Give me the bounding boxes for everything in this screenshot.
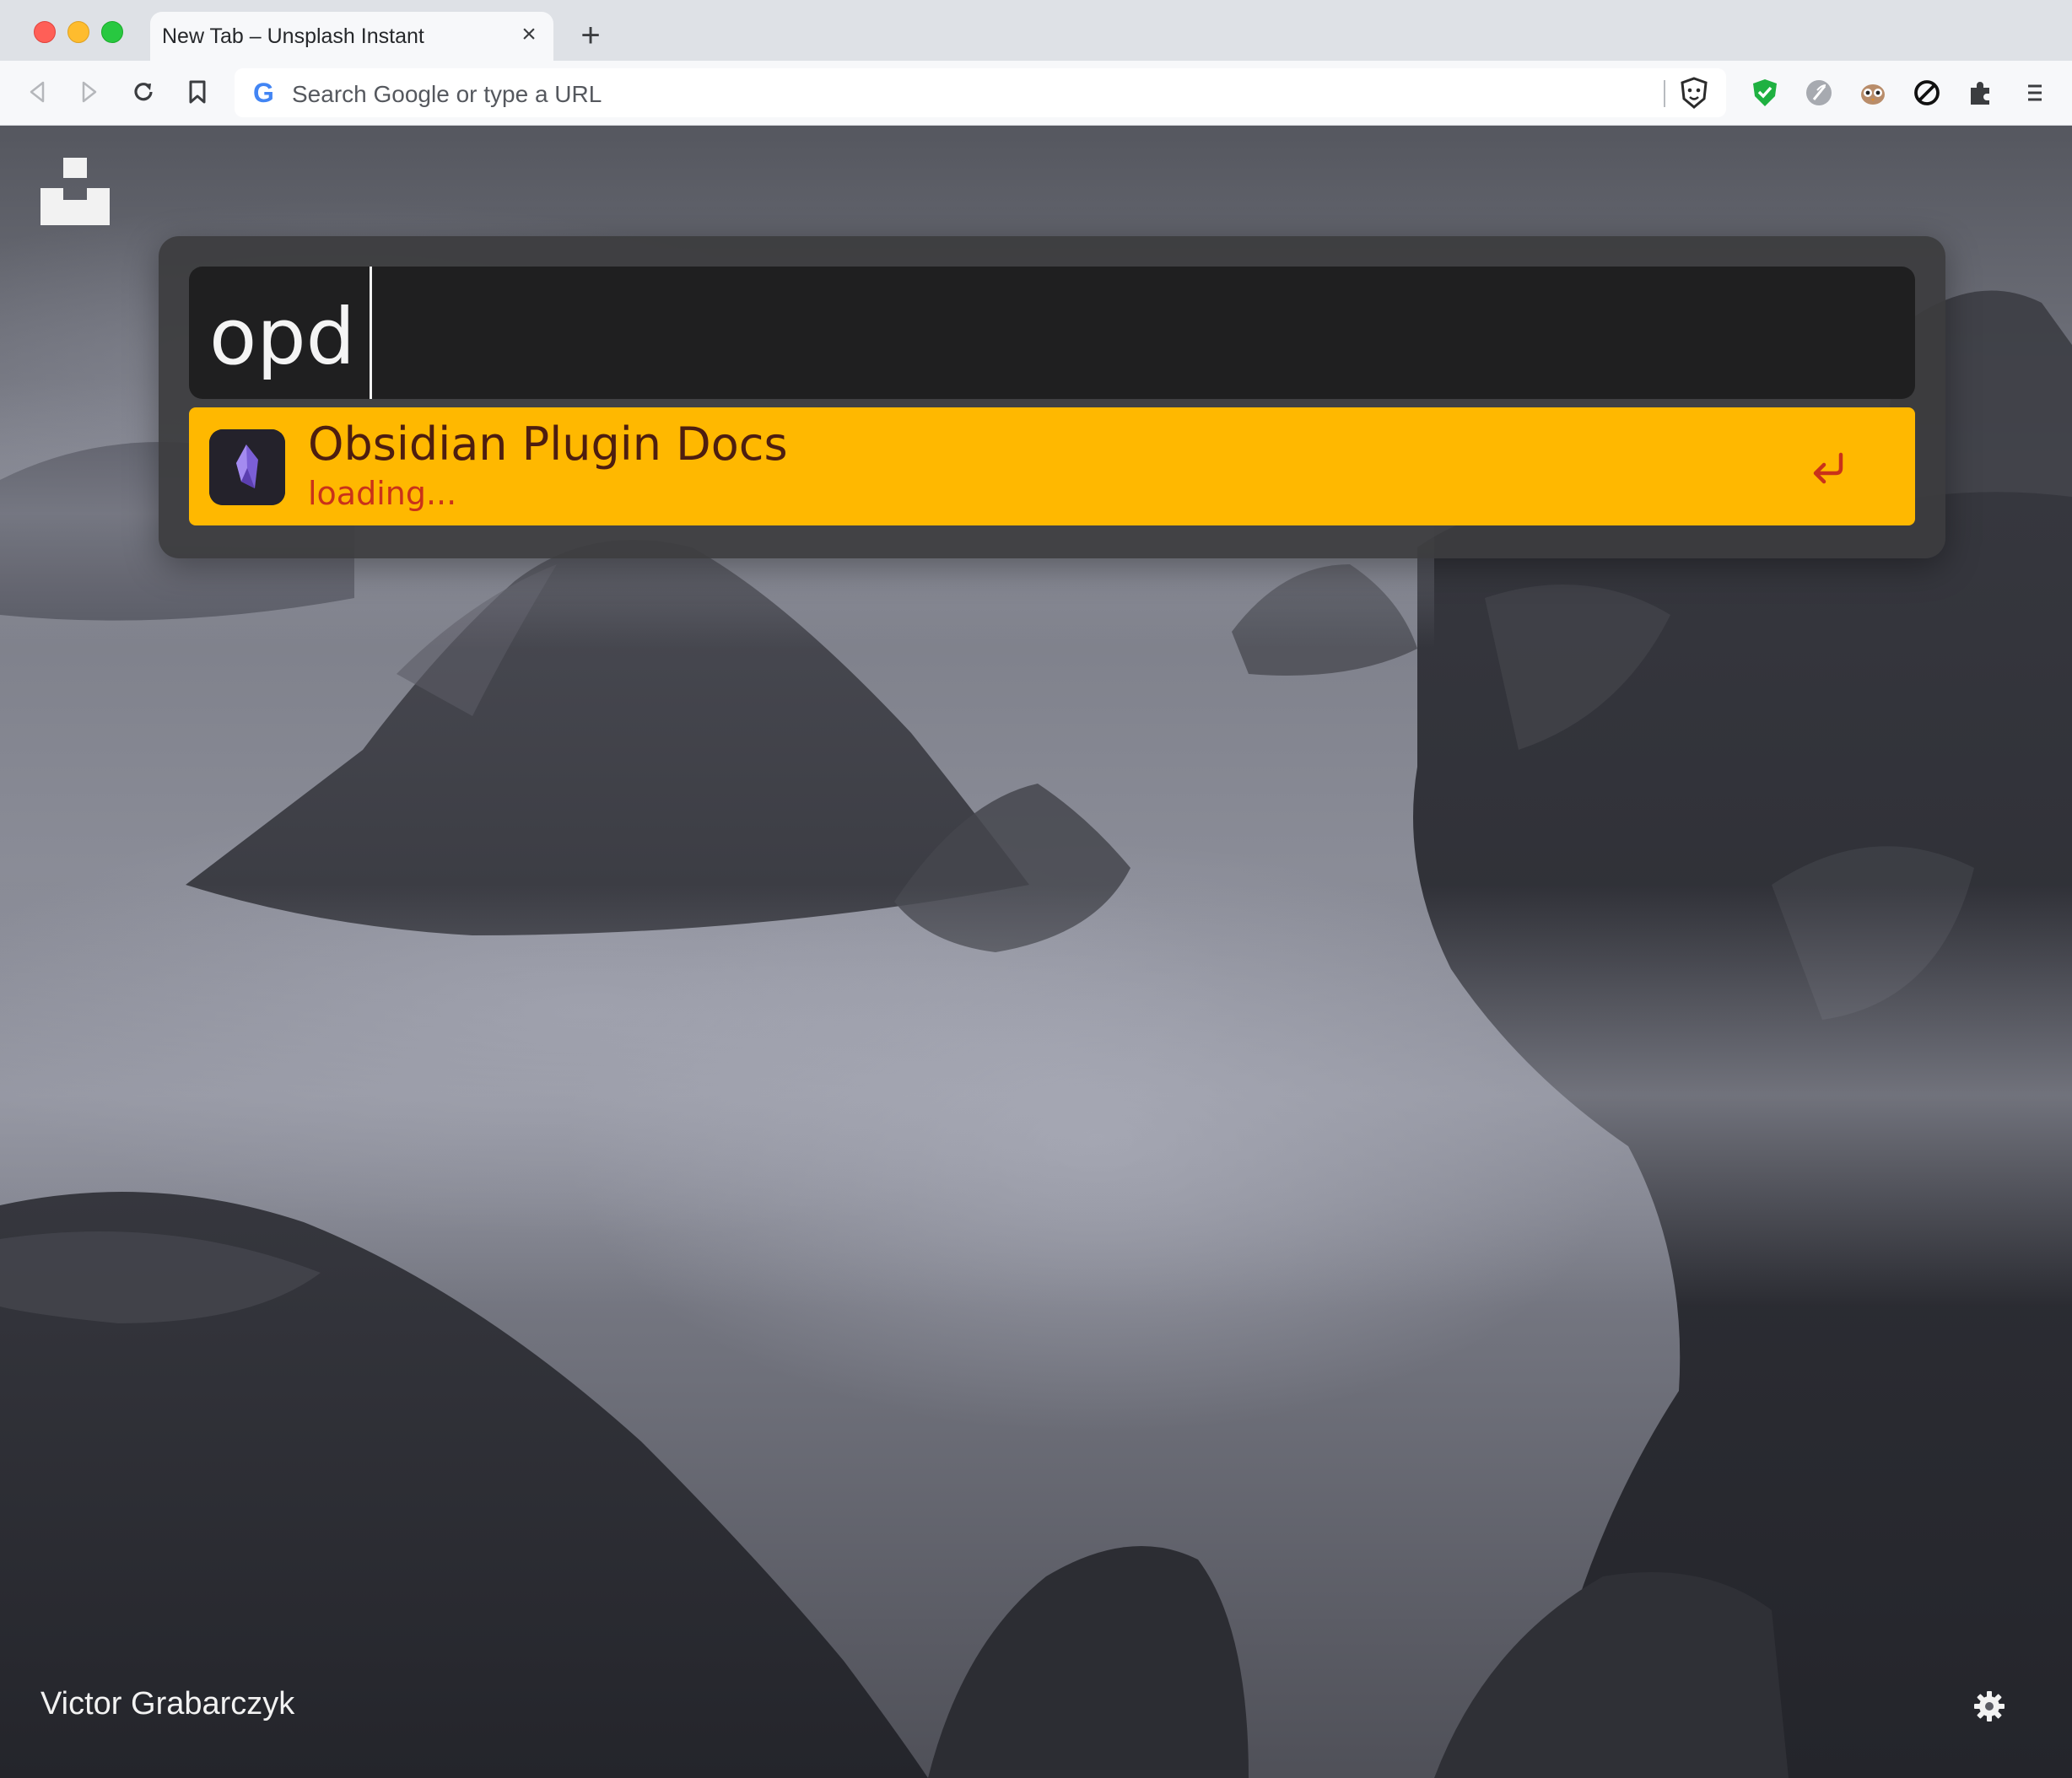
browser-toolbar: G Search Google or type a URL	[0, 61, 2072, 126]
bookmark-icon[interactable]	[181, 75, 214, 109]
gear-icon[interactable]	[1972, 1689, 2006, 1723]
tab-new-tab[interactable]: New Tab – Unsplash Instant ×	[150, 12, 553, 61]
minimize-window-button[interactable]	[67, 21, 89, 43]
command-palette: opd Obsidian Plugin Docs loading...	[159, 236, 1945, 558]
close-tab-icon[interactable]: ×	[513, 19, 545, 51]
zoom-window-button[interactable]	[101, 21, 123, 43]
tab-strip: New Tab – Unsplash Instant × +	[0, 0, 2072, 61]
tab-title: New Tab – Unsplash Instant	[162, 24, 424, 48]
brave-shield-icon[interactable]	[1677, 76, 1711, 110]
google-icon: G	[253, 78, 274, 108]
search-query: opd	[209, 292, 356, 382]
address-placeholder: Search Google or type a URL	[292, 81, 602, 107]
search-input[interactable]: opd	[189, 267, 1915, 399]
block-icon[interactable]	[1910, 76, 1944, 110]
result-subtitle: loading...	[308, 475, 457, 512]
omnibox-divider	[1664, 80, 1665, 107]
unsplash-logo-icon[interactable]	[40, 158, 110, 229]
menu-icon[interactable]	[2018, 76, 2052, 110]
puzzle-icon[interactable]	[1964, 76, 1998, 110]
forward-icon[interactable]	[73, 75, 106, 109]
new-tab-button[interactable]: +	[574, 19, 607, 52]
address-bar[interactable]: G Search Google or type a URL	[235, 68, 1726, 117]
result-title: Obsidian Plugin Docs	[308, 418, 788, 471]
photo-credit-link[interactable]: Victor Grabarczyk	[40, 1686, 294, 1722]
obsidian-icon	[209, 429, 285, 505]
result-item-selected[interactable]: Obsidian Plugin Docs loading...	[189, 407, 1915, 525]
back-icon[interactable]	[20, 75, 54, 109]
return-arrow-icon	[1809, 446, 1849, 487]
reload-icon[interactable]	[127, 75, 160, 109]
new-tab-page: opd Obsidian Plugin Docs loading... Vict…	[0, 126, 2072, 1778]
feather-icon[interactable]	[1802, 76, 1836, 110]
owl-icon[interactable]	[1856, 76, 1890, 110]
check-shield-icon[interactable]	[1748, 76, 1782, 110]
text-caret	[370, 267, 372, 399]
close-window-button[interactable]	[34, 21, 56, 43]
